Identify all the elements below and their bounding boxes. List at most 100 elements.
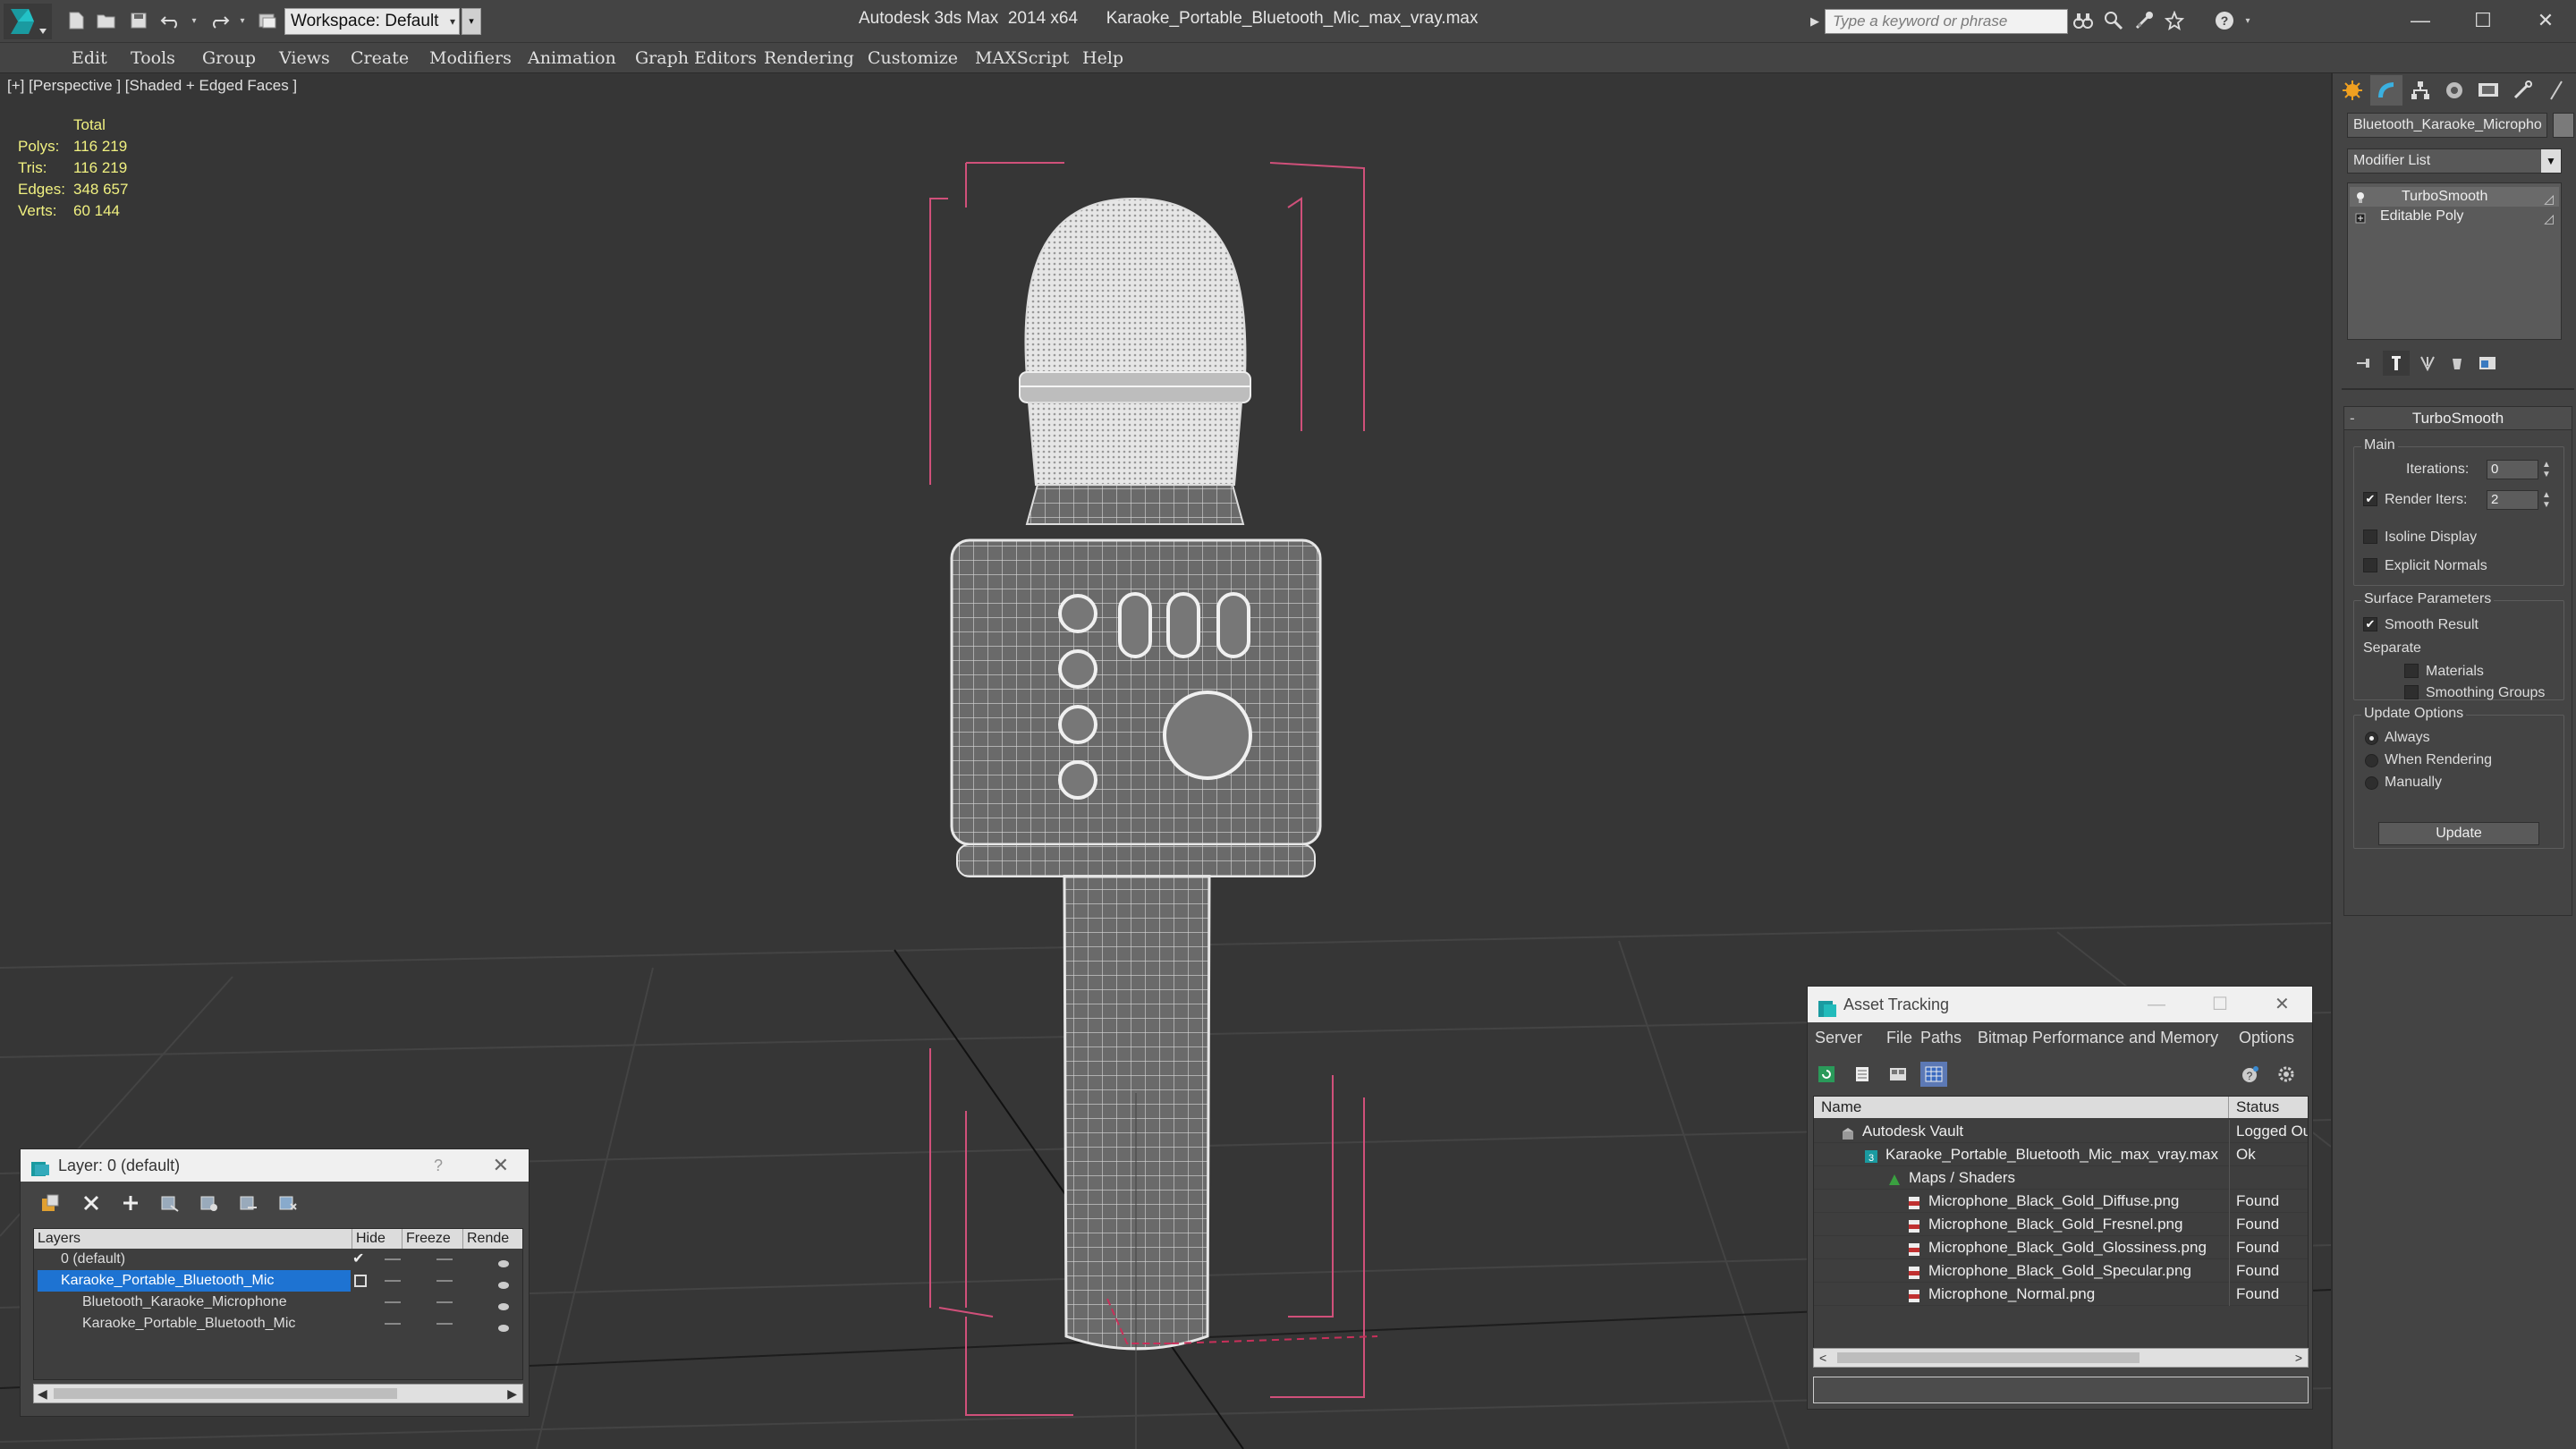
settings-icon[interactable] (2273, 1062, 2300, 1087)
redo-icon[interactable] (208, 9, 231, 32)
undo-dropdown-icon[interactable]: ▾ (182, 9, 206, 32)
help-button[interactable]: ? (434, 1149, 443, 1182)
menu-rendering[interactable]: Rendering (764, 43, 854, 73)
menu-group[interactable]: Group (202, 43, 256, 73)
smoothing-groups-checkbox[interactable] (2404, 685, 2419, 699)
show-end-result-icon[interactable] (2383, 351, 2410, 376)
update-button[interactable]: Update (2378, 822, 2539, 845)
menu-modifiers[interactable]: Modifiers (429, 43, 512, 73)
select-objects-in-layer-icon[interactable] (157, 1191, 183, 1216)
layer-row[interactable]: Bluetooth_Karaoke_Microphone (34, 1292, 522, 1313)
refresh-icon[interactable] (1813, 1062, 1840, 1087)
maximize-button[interactable]: ☐ (2212, 987, 2228, 1022)
close-icon[interactable]: ✕ (2275, 987, 2290, 1022)
layer-horizontal-scrollbar[interactable]: ◀ ▶ (33, 1384, 523, 1403)
hide-toggle[interactable] (385, 1258, 401, 1260)
stack-item-editable-poly[interactable]: Editable Poly ◿ (2350, 207, 2559, 226)
redo-dropdown-icon[interactable]: ▾ (231, 9, 254, 32)
add-to-layer-icon[interactable] (117, 1191, 144, 1216)
layer-row[interactable]: Karaoke_Portable_Bluetooth_Mic (34, 1313, 522, 1335)
asset-row[interactable]: Autodesk Vault Logged Ou (1814, 1120, 2308, 1143)
minimize-button[interactable]: — (2394, 5, 2447, 36)
hide-toggle[interactable] (385, 1301, 401, 1303)
display-tab-icon[interactable] (2472, 75, 2504, 106)
search-expand-icon[interactable]: ▶ (1807, 11, 1823, 32)
menu-server[interactable]: Server (1815, 1022, 1862, 1053)
project-folder-icon[interactable] (256, 9, 279, 32)
panel-more-icon[interactable] (2540, 75, 2572, 106)
menu-bitmap-performance[interactable]: Bitmap Performance and Memory (1978, 1022, 2218, 1053)
remove-modifier-icon[interactable] (2444, 351, 2470, 376)
help-icon[interactable]: ? (2237, 1062, 2264, 1087)
delete-layer-icon[interactable] (78, 1191, 105, 1216)
materials-checkbox[interactable] (2404, 664, 2419, 678)
open-file-icon[interactable] (95, 9, 118, 32)
close-button[interactable]: ✕ (2519, 5, 2572, 36)
freeze-toggle[interactable] (436, 1301, 453, 1303)
layer-row[interactable]: 0 (default) ✔ (34, 1249, 522, 1270)
pin-stack-icon[interactable] (2351, 351, 2377, 376)
layer-manager-titlebar[interactable]: Layer: 0 (default) ? ✕ (21, 1149, 529, 1182)
menu-paths[interactable]: Paths (1920, 1022, 1962, 1053)
turbosmooth-rollout-header[interactable]: - TurboSmooth (2344, 407, 2572, 430)
save-icon[interactable] (127, 9, 150, 32)
workspace-menu-button[interactable]: ▾ (462, 8, 481, 35)
asset-row[interactable]: Microphone_Black_Gold_Glossiness.png Fou… (1814, 1236, 2308, 1259)
freeze-toggle[interactable] (436, 1280, 453, 1282)
viewport-label[interactable]: [+] [Perspective ] [Shaded + Edged Faces… (7, 77, 297, 95)
update-when-rendering-radio[interactable] (2365, 754, 2378, 767)
render-teapot-icon[interactable] (497, 1318, 510, 1332)
minimize-button[interactable]: — (2148, 987, 2165, 1022)
freeze-all-layers-icon[interactable] (275, 1191, 301, 1216)
scroll-right-icon[interactable]: > (2295, 1349, 2302, 1367)
menu-views[interactable]: Views (279, 43, 330, 73)
update-always-radio[interactable] (2365, 732, 2378, 745)
update-manually-radio[interactable] (2365, 776, 2378, 790)
asset-row[interactable]: Maps / Shaders (1814, 1166, 2308, 1190)
expand-icon[interactable] (2355, 210, 2366, 224)
new-file-icon[interactable] (64, 9, 88, 32)
asset-horizontal-scrollbar[interactable]: < > (1813, 1348, 2309, 1368)
make-unique-icon[interactable] (2415, 351, 2442, 376)
scroll-left-icon[interactable]: < (1819, 1349, 1826, 1367)
maximize-button[interactable]: ☐ (2456, 5, 2510, 36)
column-render[interactable]: Rende (463, 1229, 522, 1249)
column-freeze[interactable]: Freeze (402, 1229, 463, 1249)
help-dropdown-icon[interactable]: ▾ (2236, 9, 2259, 32)
motion-tab-icon[interactable] (2438, 75, 2470, 106)
asset-row[interactable]: Microphone_Black_Gold_Specular.png Found (1814, 1259, 2308, 1283)
scroll-thumb[interactable] (54, 1388, 397, 1399)
explicit-normals-checkbox[interactable] (2363, 558, 2377, 572)
scroll-left-icon[interactable]: ◀ (38, 1385, 47, 1402)
column-status[interactable]: Status (2229, 1097, 2308, 1118)
configure-modifier-sets-icon[interactable] (2474, 351, 2501, 376)
menu-graph-editors[interactable]: Graph Editors (635, 43, 757, 73)
asset-row[interactable]: Microphone_Black_Gold_Diffuse.png Found (1814, 1190, 2308, 1213)
stack-item-turbosmooth[interactable]: TurboSmooth ◿ (2350, 187, 2559, 207)
layer-row[interactable]: Karaoke_Portable_Bluetooth_Mic (34, 1270, 522, 1292)
menu-file[interactable]: File (1886, 1022, 1912, 1053)
menu-edit[interactable]: Edit (72, 43, 107, 73)
render-teapot-icon[interactable] (497, 1254, 510, 1267)
menu-tools[interactable]: Tools (131, 43, 175, 73)
column-name[interactable]: Name (1814, 1097, 2229, 1118)
table-view-icon[interactable] (1920, 1062, 1947, 1087)
render-teapot-icon[interactable] (497, 1275, 510, 1289)
menu-help[interactable]: Help (1082, 43, 1123, 73)
hierarchy-tab-icon[interactable] (2404, 75, 2436, 106)
smooth-result-checkbox[interactable]: ✔ (2363, 617, 2377, 631)
new-layer-icon[interactable] (37, 1191, 64, 1216)
spinner-arrows-icon[interactable]: ▲ ▼ (2540, 490, 2553, 510)
asset-row[interactable]: 3 Karaoke_Portable_Bluetooth_Mic_max_vra… (1814, 1143, 2308, 1166)
list-view-icon[interactable] (1849, 1062, 1876, 1087)
asset-tracking-titlebar[interactable]: Asset Tracking — ☐ ✕ (1808, 987, 2312, 1022)
close-icon[interactable]: ✕ (493, 1149, 509, 1182)
freeze-toggle[interactable] (436, 1258, 453, 1260)
undo-icon[interactable] (159, 9, 182, 32)
hide-toggle[interactable] (385, 1280, 401, 1282)
community-icon[interactable] (2132, 9, 2156, 32)
object-color-swatch[interactable] (2553, 113, 2574, 138)
column-hide[interactable]: Hide (352, 1229, 402, 1249)
utilities-tab-icon[interactable] (2506, 75, 2538, 106)
render-iters-spinner[interactable]: 2 (2487, 490, 2538, 510)
